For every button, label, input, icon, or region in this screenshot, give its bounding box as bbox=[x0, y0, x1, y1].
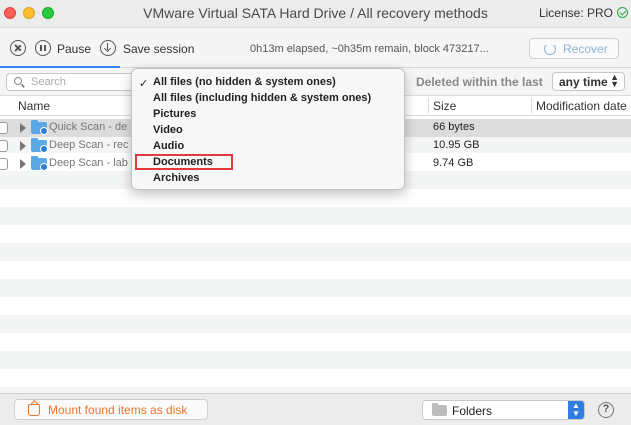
recover-icon bbox=[544, 43, 556, 55]
folder-icon bbox=[432, 403, 447, 416]
chevron-updown-icon: ▲ ▼ bbox=[610, 72, 619, 89]
toolbar: Pause Save session 0h13m elapsed, ~0h35m… bbox=[0, 28, 631, 68]
file-type-menu: ✓ All files (no hidden & system ones) Al… bbox=[131, 68, 405, 190]
mount-label: Mount found items as disk bbox=[48, 403, 188, 417]
folder-icon bbox=[31, 156, 48, 171]
column-modified-header[interactable]: Modification date bbox=[536, 99, 627, 113]
pause-button[interactable]: Pause bbox=[57, 42, 91, 56]
menu-item-all-files-no-hidden[interactable]: All files (no hidden & system ones) bbox=[153, 76, 336, 88]
search-input[interactable] bbox=[31, 75, 131, 89]
help-button[interactable]: ? bbox=[598, 402, 614, 418]
view-mode-select[interactable]: Folders ▲ ▼ bbox=[422, 400, 585, 420]
scan-status-text: 0h13m elapsed, ~0h35m remain, block 4732… bbox=[250, 43, 489, 55]
menu-item-pictures[interactable]: Pictures bbox=[153, 108, 196, 120]
mount-as-disk-button[interactable]: Mount found items as disk bbox=[14, 399, 208, 420]
chevron-updown-icon: ▲ ▼ bbox=[568, 401, 584, 419]
row-name: Deep Scan - rec bbox=[49, 139, 129, 151]
expand-triangle-icon[interactable] bbox=[20, 141, 26, 151]
expand-triangle-icon[interactable] bbox=[20, 123, 26, 133]
deleted-within-label: Deleted within the last bbox=[416, 75, 543, 89]
search-box[interactable] bbox=[6, 73, 140, 91]
time-range-value: any time bbox=[559, 75, 608, 89]
time-range-select[interactable]: any time ▲ ▼ bbox=[552, 72, 625, 91]
search-icon bbox=[14, 77, 22, 85]
menu-item-archives[interactable]: Archives bbox=[153, 172, 199, 184]
view-mode-value: Folders bbox=[452, 404, 493, 418]
license-label: License: PRO bbox=[538, 6, 613, 20]
mount-disk-icon bbox=[28, 404, 40, 416]
title-bar: VMware Virtual SATA Hard Drive / All rec… bbox=[0, 0, 631, 28]
menu-item-video[interactable]: Video bbox=[153, 124, 183, 136]
row-checkbox[interactable] bbox=[0, 140, 8, 152]
row-name: Quick Scan - de bbox=[49, 121, 128, 133]
menu-item-all-files-including-hidden[interactable]: All files (including hidden & system one… bbox=[153, 92, 371, 104]
recover-label: Recover bbox=[563, 42, 608, 56]
expand-triangle-icon[interactable] bbox=[20, 159, 26, 169]
row-checkbox[interactable] bbox=[0, 122, 8, 134]
window-title: VMware Virtual SATA Hard Drive / All rec… bbox=[143, 5, 488, 21]
recover-button[interactable]: Recover bbox=[529, 38, 619, 59]
column-size-header[interactable]: Size bbox=[433, 99, 456, 113]
row-size: 66 bytes bbox=[433, 121, 475, 133]
pause-icon[interactable] bbox=[35, 40, 51, 56]
stop-scan-button[interactable] bbox=[10, 40, 26, 56]
bottom-bar: Mount found items as disk Folders ▲ ▼ ? bbox=[0, 393, 631, 425]
row-name: Deep Scan - lab bbox=[49, 157, 128, 169]
license-check-icon bbox=[617, 7, 628, 18]
column-divider bbox=[531, 98, 532, 113]
documents-highlight-box bbox=[135, 154, 233, 170]
row-checkbox[interactable] bbox=[0, 158, 8, 170]
column-divider bbox=[428, 98, 429, 113]
row-size: 10.95 GB bbox=[433, 139, 480, 151]
folder-icon bbox=[31, 138, 48, 153]
checkmark-icon: ✓ bbox=[139, 78, 149, 90]
menu-item-audio[interactable]: Audio bbox=[153, 140, 184, 152]
row-size: 9.74 GB bbox=[433, 157, 474, 169]
column-name-header[interactable]: Name bbox=[18, 99, 50, 113]
save-session-button[interactable]: Save session bbox=[123, 42, 194, 56]
folder-icon bbox=[31, 120, 48, 135]
save-session-icon[interactable] bbox=[100, 40, 116, 56]
